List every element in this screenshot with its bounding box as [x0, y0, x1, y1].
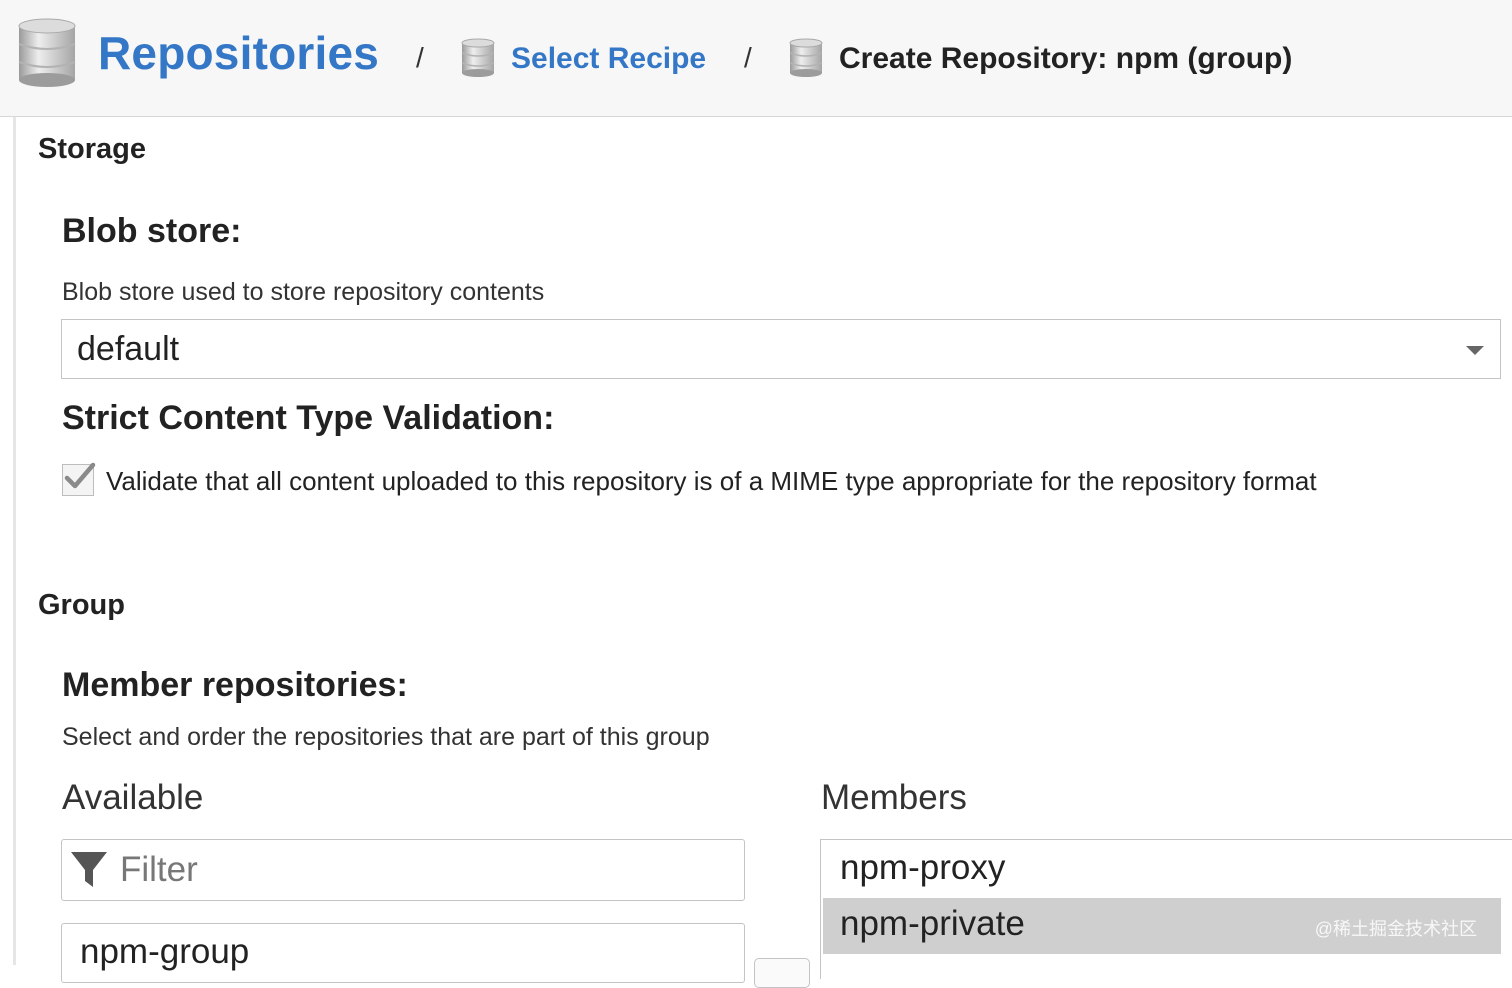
- checkmark-icon: [64, 462, 96, 489]
- watermark: @稀土掘金技术社区: [1314, 919, 1477, 939]
- strict-validation-checkbox-label[interactable]: Validate that all content uploaded to th…: [106, 466, 1317, 497]
- members-column-title: Members: [821, 778, 967, 817]
- storage-section-title: Storage: [38, 133, 146, 165]
- breadcrumb-separator: /: [416, 42, 424, 73]
- breadcrumb-separator: /: [744, 42, 752, 73]
- strict-validation-checkbox[interactable]: [62, 462, 96, 496]
- database-icon: [461, 38, 495, 77]
- group-section-title: Group: [38, 589, 125, 621]
- breadcrumb-repositories-link[interactable]: Repositories: [98, 26, 379, 80]
- available-column-title: Available: [62, 778, 204, 817]
- list-item-label: npm-proxy: [840, 848, 1006, 887]
- available-filter[interactable]: [61, 839, 745, 901]
- caret-down-icon[interactable]: [1466, 346, 1484, 355]
- move-button[interactable]: [754, 958, 810, 988]
- database-icon: [18, 18, 76, 87]
- blob-store-help: Blob store used to store repository cont…: [62, 278, 545, 306]
- filter-icon: [71, 852, 107, 887]
- member-repositories-label: Member repositories:: [62, 666, 408, 704]
- list-item[interactable]: npm-group: [80, 932, 249, 972]
- breadcrumb-header: Repositories / Select Recipe / Create Re…: [0, 0, 1512, 117]
- blob-store-value: default: [77, 330, 180, 368]
- panel-border: [13, 117, 16, 965]
- list-item[interactable]: npm-proxy: [823, 842, 1501, 898]
- blob-store-select[interactable]: default: [61, 319, 1501, 379]
- filter-input[interactable]: [120, 846, 720, 894]
- strict-validation-label: Strict Content Type Validation:: [62, 399, 555, 437]
- page-title: Create Repository: npm (group): [839, 42, 1293, 75]
- breadcrumb-select-recipe-link[interactable]: Select Recipe: [511, 42, 706, 76]
- member-repositories-help: Select and order the repositories that a…: [62, 723, 710, 751]
- list-item-label: npm-private: [840, 904, 1025, 943]
- list-item-selected[interactable]: npm-private @稀土掘金技术社区: [823, 898, 1501, 954]
- available-list[interactable]: npm-group: [61, 923, 745, 983]
- database-icon: [789, 38, 823, 77]
- members-list[interactable]: npm-proxy npm-private @稀土掘金技术社区: [820, 839, 1512, 979]
- blob-store-label: Blob store:: [62, 212, 242, 250]
